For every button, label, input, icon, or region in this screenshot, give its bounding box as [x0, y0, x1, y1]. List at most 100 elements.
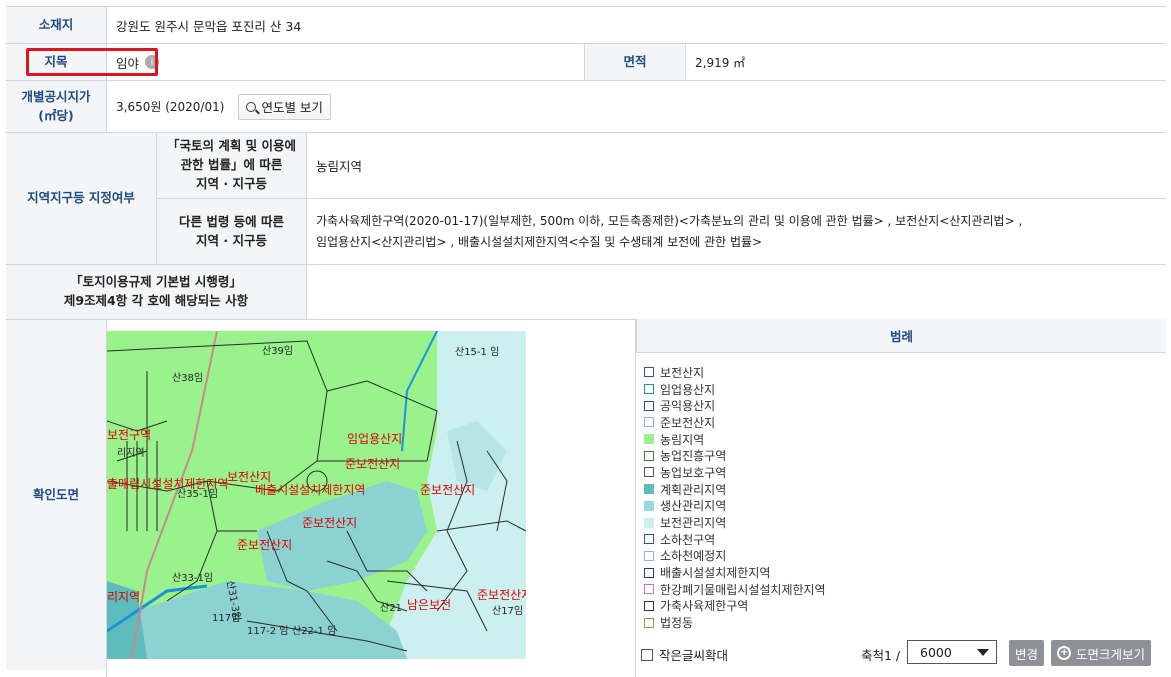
svg-text:산17임: 산17임: [492, 604, 523, 617]
enforcement-row: 「토지이용규제 기본법 시행령」 제9조제4항 각 호에 해당되는 사항: [6, 264, 1166, 319]
svg-text:산21: 산21: [380, 602, 402, 614]
legend-label: 계획관리지역: [660, 482, 727, 497]
legend-item: 농업보호구역: [644, 464, 826, 481]
change-button[interactable]: 변경: [1009, 640, 1045, 666]
legend-title: 범례: [636, 319, 1166, 353]
year-view-button-label: 연도별 보기: [261, 100, 323, 115]
svg-text:117-2 임: 117-2 임: [247, 624, 288, 637]
svg-text:준보전산지: 준보전산지: [237, 538, 292, 552]
legend-swatch: [644, 400, 654, 411]
other-law-label: 다른 법령 등에 따른 지역 · 지구등: [157, 199, 306, 265]
category-row: 지목 임야 i 면적 2,919 ㎡: [6, 43, 1166, 80]
area-value: 2,919 ㎡: [695, 55, 746, 70]
scale-label: 축척1 /: [861, 648, 901, 663]
scale-select[interactable]: 6000: [907, 640, 997, 664]
legend-swatch: [644, 434, 654, 445]
legend-swatch: [644, 467, 654, 478]
legend-swatch: [644, 600, 654, 611]
legend-swatch: [644, 384, 654, 395]
svg-text:리지역: 리지역: [107, 590, 140, 604]
map-controls: 작은글씨확대 축척1 / 6000 변경 도면크게보기: [636, 638, 1166, 668]
other-law-label-line2: 지역 · 지구등: [196, 233, 267, 248]
search-icon: [246, 101, 257, 112]
legend-swatch: [644, 584, 654, 595]
legend-item: 준보전산지: [644, 414, 826, 431]
legend-swatch: [644, 617, 654, 628]
legend-list: 보전산지임업용산지 공익용산지 준보전산지농림지역농업진흥구역 농업보호구역계획관리지…: [644, 364, 826, 631]
legend-item: 소하천예정지: [644, 548, 826, 565]
enlarge-map-button-label: 도면크게보기: [1076, 646, 1146, 662]
small-text-label: 작은글씨확대: [659, 648, 729, 663]
legend-label: 한강폐기물매립시설설치제한지역: [660, 582, 826, 597]
price-label-line1: 개별공시지가: [21, 88, 91, 104]
legend-label: 농업보호구역: [660, 465, 727, 480]
svg-text:준보전산지: 준보전산지: [345, 457, 400, 471]
legend-item: 가축사육제한구역: [644, 598, 826, 615]
other-law-label-line1: 다른 법령 등에 따른: [178, 214, 285, 230]
small-text-checkbox[interactable]: [641, 648, 653, 661]
year-view-button[interactable]: 연도별 보기: [238, 93, 331, 120]
legend-swatch: [644, 500, 654, 511]
legend-label: 가축사육제한구역: [660, 599, 749, 614]
legend-label: 보전관리지역: [660, 516, 727, 531]
enforcement-label: 「토지이용규제 기본법 시행령」 제9조제4항 각 호에 해당되는 사항: [6, 265, 306, 319]
map-label: 확인도면: [6, 320, 106, 670]
national-law-label-line1: 「국토의 계획 및 이용에: [166, 138, 297, 154]
zoom-in-icon: [1057, 646, 1071, 660]
legend-swatch: [644, 450, 654, 461]
legend-label: 배출시설설치제한지역: [660, 566, 771, 581]
location-value: 강원도 원주시 문막읍 포진리 산 34: [116, 18, 302, 34]
other-law-value-line2: 임업용산지<산지관리법> , 배출시설설치제한지역<수질 및 수생태계 보전에 …: [316, 235, 763, 249]
svg-text:준보전산지: 준보전산지: [420, 483, 475, 497]
price-cell: 3,650원 (2020/01) 연도별 보기: [106, 81, 331, 132]
zoning-row: 지역지구등 지정여부 「국토의 계획 및 이용에 관한 법률」에 따른 지역 ·…: [6, 132, 1166, 265]
price-value: 3,650원 (2020/01): [116, 100, 225, 114]
svg-text:보전산지: 보전산지: [227, 470, 271, 484]
svg-text:임업용산지: 임업용산지: [347, 432, 402, 446]
svg-text:산33-1임: 산33-1임: [172, 571, 213, 584]
svg-text:배출시설설치제한지역: 배출시설설치제한지역: [255, 483, 365, 497]
legend-label: 소하천예정지: [660, 549, 727, 564]
legend-swatch: [644, 517, 654, 528]
svg-text:남은보전: 남은보전: [407, 598, 451, 612]
other-law-value-line1: 가축사육제한구역(2020-01-17)(일부제한, 500m 이하, 모든축종…: [316, 214, 1023, 228]
legend-swatch: [644, 534, 654, 545]
national-law-label-line3: 지역 · 지구등: [196, 175, 267, 191]
legend-item: 법정동: [644, 614, 826, 631]
legend-item: 임업용산지: [644, 381, 826, 398]
legend-label: 농림지역: [660, 432, 705, 447]
svg-text:산38임: 산38임: [172, 371, 203, 384]
legend-swatch: [644, 367, 654, 378]
svg-text:출매립시설설치제한지역: 출매립시설설치제한지역: [107, 477, 228, 491]
location-label: 소재지: [6, 7, 106, 43]
svg-text:준보전산지: 준보전산지: [302, 516, 357, 530]
legend-label: 보전산지: [660, 365, 705, 380]
legend-item: 배출시설설치제한지역: [644, 564, 826, 581]
scale-select-value: 6000: [920, 644, 952, 660]
legend-item: 한강폐기물매립시설설치제한지역: [644, 581, 826, 598]
legend-label: 생산관리지역: [660, 499, 727, 514]
legend-label: 임업용산지: [660, 382, 716, 397]
legend-swatch: [644, 550, 654, 561]
legend-label: 준보전산지: [660, 415, 716, 430]
price-row: 개별공시지가 (㎡당) 3,650원 (2020/01) 연도별 보기: [6, 80, 1166, 132]
enforcement-label-line1: 「토지이용규제 기본법 시행령」: [70, 274, 242, 290]
legend-item: 공익용산지: [644, 397, 826, 414]
legend-label: 농업진흥구역: [660, 449, 727, 464]
legend-item: 농업진흥구역: [644, 447, 826, 464]
area-label: 면적: [585, 44, 685, 80]
location-row: 소재지 강원도 원주시 문막읍 포진리 산 34: [6, 6, 1166, 43]
legend-item: 생산관리지역: [644, 498, 826, 515]
legend-item: 소하천구역: [644, 531, 826, 548]
legend-swatch: [644, 567, 654, 578]
svg-text:리지역: 리지역: [117, 447, 145, 459]
legend-item: 보전산지: [644, 364, 826, 381]
land-use-map[interactable]: 산39임 산38임 산15-1 임 산35-1임 산31-3임 산33-1임 1…: [107, 331, 526, 659]
legend-label: 법정동: [660, 616, 694, 631]
enforcement-value: [306, 265, 316, 319]
legend-item: 보전관리지역: [644, 514, 826, 531]
enforcement-label-line2: 제9조제4항 각 호에 해당되는 사항: [63, 293, 249, 308]
legend-item: 계획관리지역: [644, 481, 826, 498]
enlarge-map-button[interactable]: 도면크게보기: [1051, 640, 1152, 666]
svg-text:보전구역: 보전구역: [107, 428, 151, 442]
